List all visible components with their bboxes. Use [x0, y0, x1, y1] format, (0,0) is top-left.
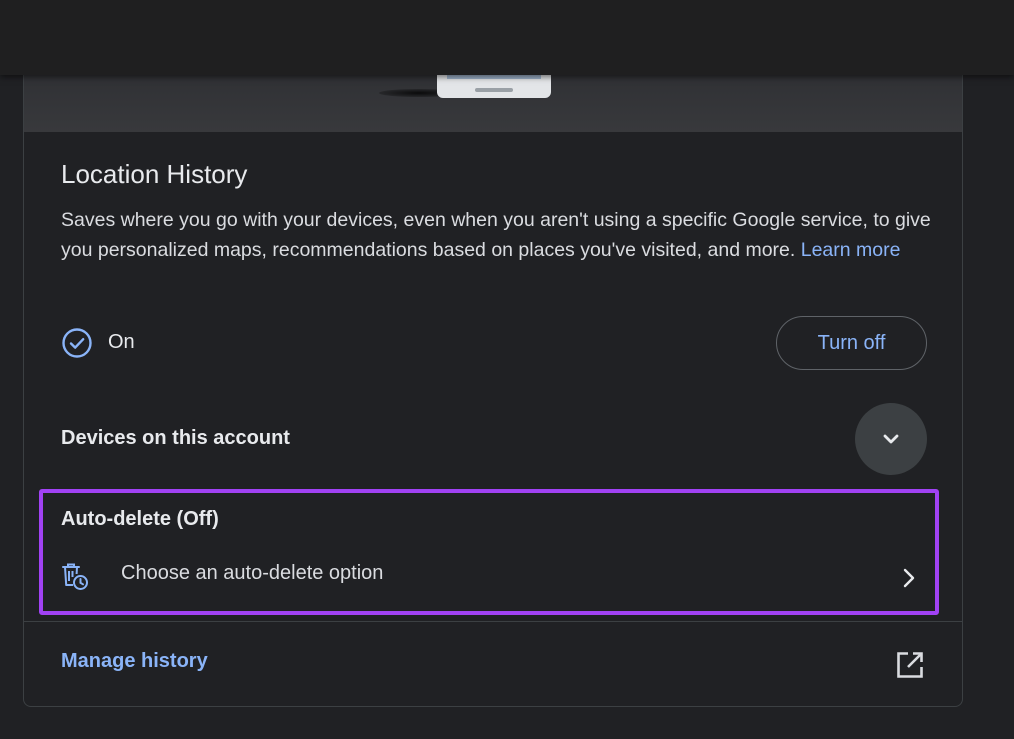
status-label: On: [108, 331, 135, 353]
device-bar: [475, 88, 513, 92]
devices-label: Devices on this account: [61, 427, 290, 449]
divider: [24, 621, 962, 622]
open-in-new-icon[interactable]: [894, 649, 926, 681]
check-circle-icon: [62, 328, 92, 358]
devices-expand-button[interactable]: [855, 403, 927, 475]
auto-delete-option[interactable]: Choose an auto-delete option: [54, 549, 934, 607]
turn-off-button[interactable]: Turn off: [776, 316, 927, 370]
location-history-card: Location History Saves where you go with…: [23, 60, 963, 707]
manage-history-link[interactable]: Manage history: [61, 650, 208, 673]
chevron-down-icon: [883, 434, 899, 444]
section-description: Saves where you go with your devices, ev…: [61, 205, 931, 265]
chevron-right-icon: [903, 568, 915, 588]
learn-more-link[interactable]: Learn more: [801, 239, 901, 261]
auto-delete-title: Auto-delete (Off): [61, 508, 219, 530]
auto-delete-icon: [62, 563, 88, 590]
auto-delete-option-label: Choose an auto-delete option: [121, 562, 384, 584]
section-title: Location History: [61, 159, 248, 189]
top-bar: [0, 0, 1014, 75]
